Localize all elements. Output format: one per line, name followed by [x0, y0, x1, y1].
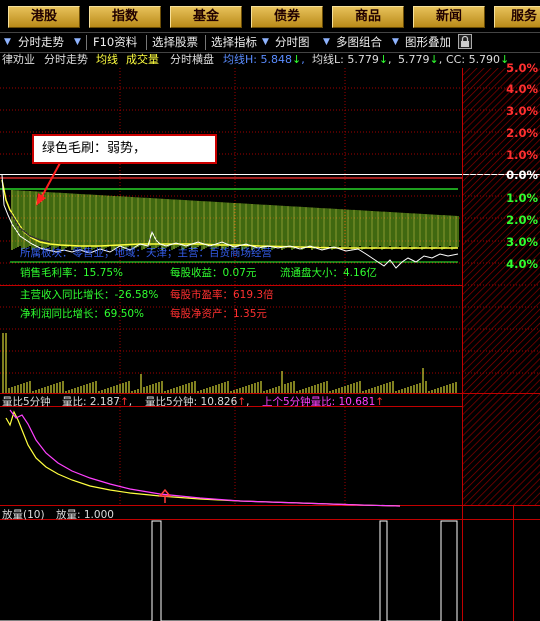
ratio-value: 量比: 2.187↑,	[62, 396, 133, 408]
prev-5min-ratio: 上个5分钟量比: 10.681↑	[262, 396, 385, 408]
ratio-curve-yellow	[5, 410, 401, 507]
nav-button-index[interactable]: 指数	[89, 6, 161, 28]
axis-label-up-4: 4.0%	[506, 82, 538, 96]
ratio-panel-title: 量比5分钟	[2, 396, 51, 408]
toolbar-multi-chart[interactable]: 多图组合	[336, 33, 382, 52]
axis-label-up-3: 3.0%	[506, 104, 538, 118]
dropdown-arrow-icon[interactable]: ▼	[74, 33, 81, 52]
toolbar-select-indicator[interactable]: 选择指标	[211, 33, 257, 52]
profit-growth: 净利润同比增长：69.50%	[20, 308, 145, 320]
toolbar-separator	[205, 35, 206, 50]
fangliang-panel-title: 放量(10)	[2, 509, 45, 521]
label-time-horizontal: 分时横盘	[170, 53, 214, 66]
nav-button-news[interactable]: 新闻	[413, 6, 485, 28]
axis-label-down-4: 4.0%	[506, 257, 538, 271]
revenue-growth: 主营收入同比增长：-26.58%	[20, 289, 159, 301]
tab-time-trend[interactable]: 分时走势	[44, 52, 88, 68]
axis-label-down-3: 3.0%	[506, 235, 538, 249]
toolbar-separator	[86, 35, 87, 50]
ma-l-value: 均线L: 5.779↓,	[312, 53, 392, 66]
toolbar-timechart[interactable]: 分时走势	[18, 33, 64, 52]
lock-icon[interactable]	[458, 34, 472, 49]
float-cap: 流通盘大小：4.16亿	[280, 267, 377, 279]
top-nav-bar: 港股 指数 基金 债券 商品 新闻 服务	[0, 0, 540, 32]
nav-button-services[interactable]: 服务	[494, 6, 540, 28]
annotation-callout: 绿色毛刷：弱势，	[32, 134, 217, 164]
value-3: 5.779↓,	[398, 53, 443, 66]
toolbar-overlay[interactable]: 图形叠加	[405, 33, 451, 52]
dropdown-arrow-icon[interactable]: ▼	[323, 33, 330, 52]
nav-button-bonds[interactable]: 债券	[251, 6, 323, 28]
axis-label-up-5: 5.0%	[506, 61, 538, 75]
nav-button-hk-stocks[interactable]: 港股	[8, 6, 80, 28]
toolbar-select-stock[interactable]: 选择股票	[152, 33, 198, 52]
hatched-region-mid	[463, 394, 540, 505]
toolbar-separator	[146, 35, 147, 50]
eps-value: 每股收益：0.07元	[170, 267, 257, 279]
toolbar: ▼ 分时走势 ▼ F10资料 选择股票 选择指标 ▼ 分时图 ▼ 多图组合 ▼ …	[0, 32, 540, 53]
book-value-per-share: 每股净资产：1.35元	[170, 308, 267, 320]
fangliang-signal	[0, 520, 458, 621]
fangliang-value: 放量: 1.000	[56, 509, 114, 521]
label-volume: 成交量	[126, 53, 159, 66]
nav-button-funds[interactable]: 基金	[170, 6, 242, 28]
label-avg-line: 均线	[96, 53, 118, 66]
pe-ratio: 每股市盈率：619.3倍	[170, 289, 274, 301]
axis-label-zero: 0.0%	[506, 168, 538, 182]
stock-name-partial: 律劝业	[2, 53, 35, 66]
axis-label-down-1: 1.0%	[506, 191, 538, 205]
nav-button-commodities[interactable]: 商品	[332, 6, 404, 28]
axis-label-down-2: 2.0%	[506, 213, 538, 227]
ma-h-value: 均线H: 5.848↓,	[223, 53, 305, 66]
f10-sector-line: 所属板块：零售业；地域：天津；主营：百货商场经营	[20, 247, 272, 259]
axis-label-up-1: 1.0%	[506, 148, 538, 162]
indicator-header: 律劝业 分时走势 均线 成交量 分时横盘 均线H: 5.848↓, 均线L: 5…	[0, 52, 540, 68]
toolbar-f10[interactable]: F10资料	[93, 33, 137, 52]
dropdown-arrow-icon[interactable]: ▼	[4, 33, 11, 52]
volume-bars	[2, 333, 457, 393]
ratio-curve-magenta	[9, 409, 401, 507]
toolbar-timechart-view[interactable]: 分时图	[275, 33, 310, 52]
dropdown-arrow-icon[interactable]: ▼	[262, 33, 269, 52]
gross-margin: 销售毛利率：15.75%	[20, 267, 124, 279]
ratio-5min-value: 量比5分钟: 10.826↑,	[145, 396, 250, 408]
axis-label-up-2: 2.0%	[506, 126, 538, 140]
dropdown-arrow-icon[interactable]: ▼	[392, 33, 399, 52]
